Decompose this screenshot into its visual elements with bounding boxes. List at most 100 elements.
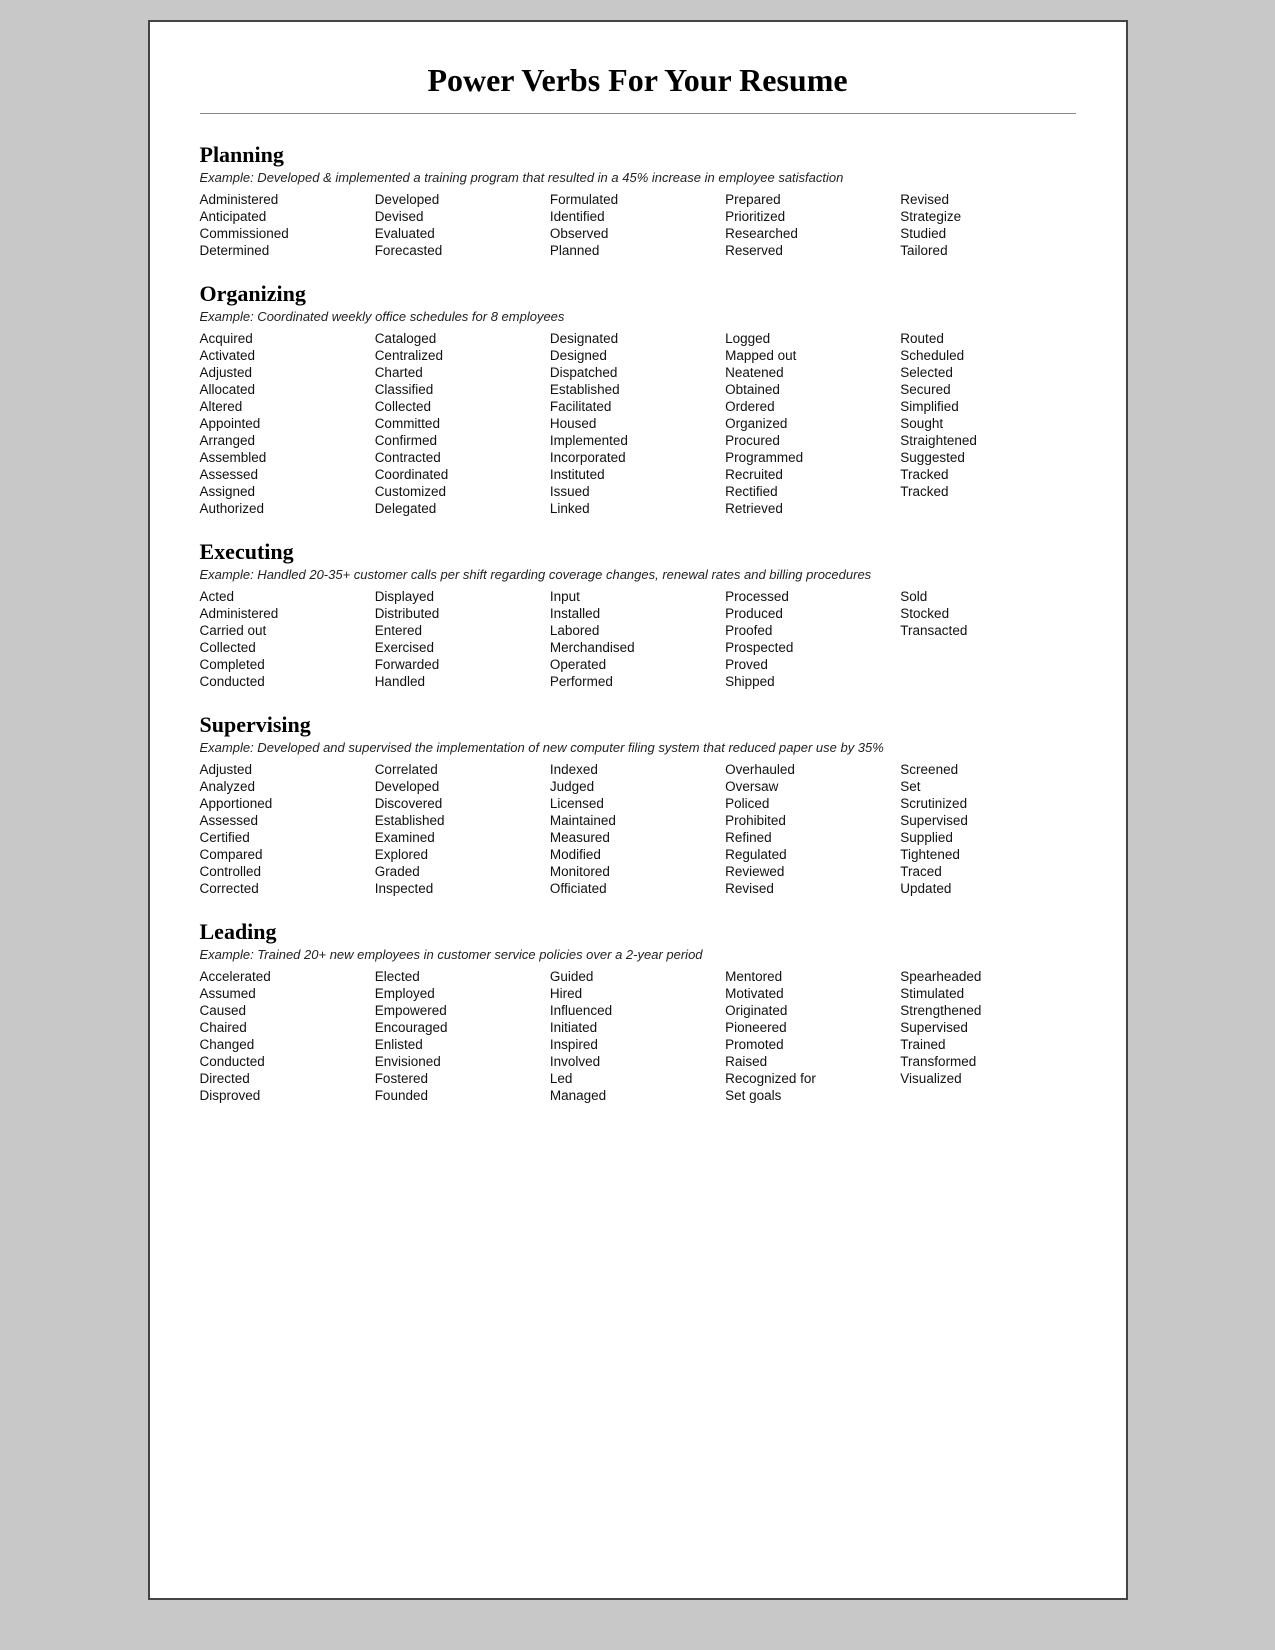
word-item: Transformed <box>900 1053 1075 1070</box>
word-item: Involved <box>550 1053 725 1070</box>
word-item: Trained <box>900 1036 1075 1053</box>
word-item: Rectified <box>725 483 900 500</box>
word-item: Researched <box>725 225 900 242</box>
word-item: Appointed <box>200 415 375 432</box>
word-item: Employed <box>375 985 550 1002</box>
word-item: Assessed <box>200 466 375 483</box>
word-item: Acquired <box>200 330 375 347</box>
word-item: Originated <box>725 1002 900 1019</box>
word-item: Developed <box>375 191 550 208</box>
section-example-leading: Example: Trained 20+ new employees in cu… <box>200 947 1076 962</box>
page: Power Verbs For Your Resume PlanningExam… <box>148 20 1128 1600</box>
word-item: Oversaw <box>725 778 900 795</box>
word-item: Studied <box>900 225 1075 242</box>
word-item: Selected <box>900 364 1075 381</box>
word-item: Led <box>550 1070 725 1087</box>
word-item: Promoted <box>725 1036 900 1053</box>
word-item: Carried out <box>200 622 375 639</box>
word-item: Assigned <box>200 483 375 500</box>
word-item: Hired <box>550 985 725 1002</box>
word-item: Suggested <box>900 449 1075 466</box>
word-item: Graded <box>375 863 550 880</box>
word-item: Coordinated <box>375 466 550 483</box>
word-item: Encouraged <box>375 1019 550 1036</box>
word-item: Facilitated <box>550 398 725 415</box>
word-item: Handled <box>375 673 550 690</box>
word-grid-planning: AdministeredDevelopedFormulatedPrepared R… <box>200 191 1076 259</box>
word-item: Observed <box>550 225 725 242</box>
word-item: Changed <box>200 1036 375 1053</box>
word-item: Produced <box>725 605 900 622</box>
word-item: Conducted <box>200 1053 375 1070</box>
word-item: Reserved <box>725 242 900 259</box>
word-item <box>900 639 1075 656</box>
word-item: Anticipated <box>200 208 375 225</box>
word-item: Guided <box>550 968 725 985</box>
word-item: Confirmed <box>375 432 550 449</box>
word-item: Mapped out <box>725 347 900 364</box>
word-item: Issued <box>550 483 725 500</box>
word-item: Organized <box>725 415 900 432</box>
word-item: Straightened <box>900 432 1075 449</box>
section-title-leading: Leading <box>200 919 1076 945</box>
word-item: Adjusted <box>200 761 375 778</box>
word-item <box>900 673 1075 690</box>
word-item: Supervised <box>900 1019 1075 1036</box>
word-item: Formulated <box>550 191 725 208</box>
word-item: Housed <box>550 415 725 432</box>
word-item: Managed <box>550 1087 725 1104</box>
word-item: Performed <box>550 673 725 690</box>
word-item: Procured <box>725 432 900 449</box>
word-item: Directed <box>200 1070 375 1087</box>
word-item: Recruited <box>725 466 900 483</box>
word-item: Disproved <box>200 1087 375 1104</box>
word-item <box>900 500 1075 517</box>
word-item: Strengthened <box>900 1002 1075 1019</box>
word-item: Merchandised <box>550 639 725 656</box>
word-item: Prepared <box>725 191 900 208</box>
word-item: Overhauled <box>725 761 900 778</box>
word-item: Raised <box>725 1053 900 1070</box>
word-item: Operated <box>550 656 725 673</box>
section-example-planning: Example: Developed & implemented a train… <box>200 170 1076 185</box>
word-item: Cataloged <box>375 330 550 347</box>
word-item: Mentored <box>725 968 900 985</box>
word-item: Spearheaded <box>900 968 1075 985</box>
word-item: Regulated <box>725 846 900 863</box>
word-item: Designed <box>550 347 725 364</box>
word-item: Corrected <box>200 880 375 897</box>
word-item: Supervised <box>900 812 1075 829</box>
word-item: Simplified <box>900 398 1075 415</box>
word-item: Assumed <box>200 985 375 1002</box>
word-item: Officiated <box>550 880 725 897</box>
word-item: Certified <box>200 829 375 846</box>
word-item: Delegated <box>375 500 550 517</box>
word-item: Entered <box>375 622 550 639</box>
word-item: Proofed <box>725 622 900 639</box>
word-item: Completed <box>200 656 375 673</box>
word-item: Tracked <box>900 483 1075 500</box>
word-item: Ordered <box>725 398 900 415</box>
section-leading: Leading Example: Trained 20+ new employee… <box>200 919 1076 1104</box>
word-item <box>900 1087 1075 1104</box>
section-example-organizing: Example: Coordinated weekly office sched… <box>200 309 1076 324</box>
word-item: Neatened <box>725 364 900 381</box>
word-item: Empowered <box>375 1002 550 1019</box>
word-item: Acted <box>200 588 375 605</box>
word-item: Tailored <box>900 242 1075 259</box>
word-item: Administered <box>200 191 375 208</box>
word-item: Dispatched <box>550 364 725 381</box>
word-item: Inspired <box>550 1036 725 1053</box>
page-title: Power Verbs For Your Resume <box>200 62 1076 114</box>
word-item: Commissioned <box>200 225 375 242</box>
word-item: Modified <box>550 846 725 863</box>
word-item: Scheduled <box>900 347 1075 364</box>
word-item: Authorized <box>200 500 375 517</box>
word-item: Correlated <box>375 761 550 778</box>
word-item: Contracted <box>375 449 550 466</box>
word-item: Tracked <box>900 466 1075 483</box>
word-item: Routed <box>900 330 1075 347</box>
word-item: Allocated <box>200 381 375 398</box>
word-item: Motivated <box>725 985 900 1002</box>
word-item: Logged <box>725 330 900 347</box>
